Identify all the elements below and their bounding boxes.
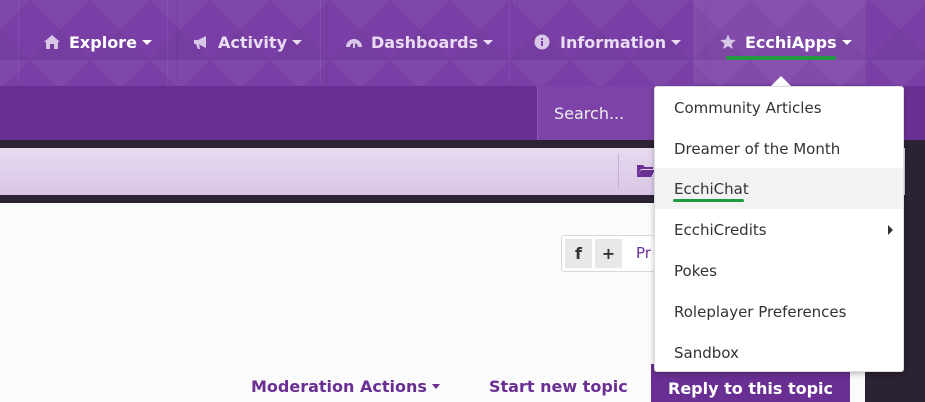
menu-item-dreamer-of-the-month[interactable]: Dreamer of the Month [655,128,903,169]
menu-item-community-articles[interactable]: Community Articles [655,87,903,128]
menu-item-ecchichat[interactable]: EcchiChat [655,168,903,209]
facebook-share-button[interactable]: f [565,239,592,268]
info-icon [534,34,552,50]
nav-information[interactable]: Information [509,0,707,84]
facebook-icon: f [575,244,582,263]
menu-item-roleplayer-preferences[interactable]: Roleplayer Preferences [655,291,903,332]
plus-icon: + [601,244,616,263]
megaphone-icon [192,34,210,50]
dashboard-icon [345,34,363,50]
nav-ecchiapps[interactable]: EcchiApps [694,0,866,84]
chevron-down-icon [671,39,682,45]
start-new-topic-button[interactable]: Start new topic [489,377,628,396]
nav-activity[interactable]: Activity [167,0,327,84]
star-icon [719,34,737,50]
chevron-right-icon [888,224,893,235]
moderation-actions-label: Moderation Actions [251,377,427,396]
menu-item-label: Community Articles [674,98,822,117]
chevron-down-icon [841,39,852,45]
ecchichat-underline [673,199,744,202]
nav-explore-label: Explore [69,32,137,52]
nav-dashboards[interactable]: Dashboards [320,0,519,84]
divider [618,154,619,189]
menu-item-label: Dreamer of the Month [674,139,841,158]
menu-item-sandbox[interactable]: Sandbox [655,332,903,373]
search-placeholder: Search... [554,103,625,123]
active-underline [726,56,836,60]
home-icon [43,34,61,50]
menu-item-ecchicredits[interactable]: EcchiCredits [655,209,903,250]
folder-icon[interactable] [637,163,655,177]
chevron-down-icon [292,39,302,45]
nav-explore[interactable]: Explore [18,0,177,84]
chevron-down-icon [141,39,152,45]
menu-item-label: Sandbox [674,343,739,362]
chevron-down-icon [483,39,494,45]
nav-dashboards-label: Dashboards [371,32,479,52]
nav-activity-label: Activity [218,32,287,52]
nav-ecchiapps-label: EcchiApps [745,32,837,52]
chevron-down-icon [431,384,440,389]
moderation-actions-button[interactable]: Moderation Actions [251,377,440,396]
plus-share-button[interactable]: + [595,239,622,268]
menu-item-label: EcchiChat [674,179,749,198]
reply-label: Reply to this topic [668,378,833,398]
dropdown-arrow [771,76,791,86]
menu-item-label: Pokes [674,261,717,280]
share-label[interactable]: Pr [636,244,651,262]
search-input[interactable]: Search... [537,86,667,140]
menu-item-pokes[interactable]: Pokes [655,250,903,291]
ecchiapps-dropdown: Community Articles Dreamer of the Month … [654,86,904,372]
menu-item-label: Roleplayer Preferences [674,302,847,321]
start-new-topic-label: Start new topic [489,377,628,396]
menu-item-label: EcchiCredits [674,220,767,239]
nav-information-label: Information [560,32,667,52]
